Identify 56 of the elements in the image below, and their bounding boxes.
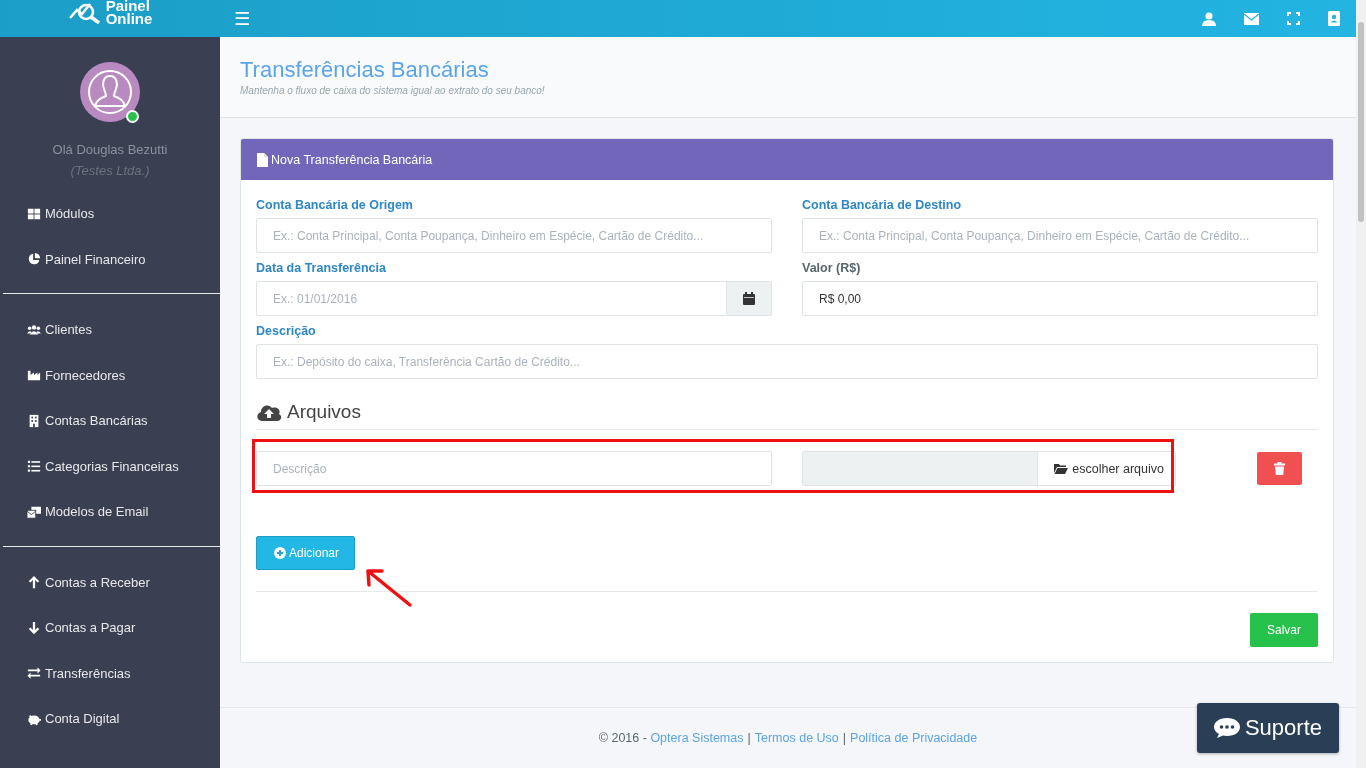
plus-circle-icon <box>274 547 286 559</box>
field-label: Conta Bancária de Origem <box>256 198 414 212</box>
chat-icon <box>1213 717 1240 739</box>
sidebar-item[interactable]: Categorias Financeiras <box>0 443 220 489</box>
envelopes-icon <box>26 504 42 519</box>
field-label: Data da Transferência <box>256 261 387 275</box>
card-title: Nova Transferência Bancária <box>271 152 433 167</box>
factory-icon <box>26 368 42 383</box>
grid-icon <box>26 206 42 221</box>
brand-name: Painel <box>105 0 150 12</box>
fullscreen-icon[interactable] <box>1287 12 1300 25</box>
sidebar-item[interactable]: Painel Financeiro <box>0 236 220 282</box>
folder-icon <box>1054 463 1069 474</box>
calendar-button[interactable] <box>727 281 772 316</box>
sidebar-item[interactable]: Contas Bancárias <box>0 398 220 444</box>
sidebar-item[interactable]: Módulos <box>0 191 220 237</box>
trash-icon <box>1274 462 1285 475</box>
delete-button[interactable] <box>1257 452 1302 485</box>
page-title: Transferências Bancárias <box>240 57 490 83</box>
sidebar-item[interactable]: Conta Digital <box>0 696 220 742</box>
avatar-icon <box>80 62 140 122</box>
input-field[interactable]: Ex.: Depósito do caixa, Transferência Cartão de Crédito... <box>256 344 1318 379</box>
document-icon <box>257 152 268 167</box>
support-button[interactable]: Suporte <box>1196 703 1339 753</box>
calendar-icon <box>743 292 755 305</box>
input-field[interactable]: Ex.: Conta Principal, Conta Poupança, Dinheiro em Espécie, Cartão de Crédito... <box>802 218 1318 253</box>
field-label: Conta Bancária de Destino <box>802 198 963 212</box>
exchange-icon <box>26 666 42 681</box>
pie-chart-icon <box>26 252 42 267</box>
contact-book-icon[interactable] <box>1328 11 1340 26</box>
sidebar-item[interactable]: Contas a Pagar <box>0 605 220 651</box>
choose-file-button[interactable]: escolher arquivo <box>1037 452 1175 485</box>
list-icon <box>26 459 42 474</box>
sidebar-item[interactable]: Clientes <box>0 307 220 353</box>
section-title: Arquivos <box>287 401 361 423</box>
sidebar-item[interactable]: Contas a Receber <box>0 559 220 605</box>
envelope-icon[interactable] <box>1244 12 1259 25</box>
input-field[interactable]: Descrição <box>256 451 772 486</box>
field-label: Valor (R$) <box>802 261 862 275</box>
sidebar-item[interactable]: Modelos de Email <box>0 489 220 535</box>
cloud-upload-icon <box>256 403 282 421</box>
date-field[interactable]: Ex.: 01/01/2016 <box>256 281 727 316</box>
input-field[interactable]: R$ 0,00 <box>802 281 1318 316</box>
input-field[interactable]: Ex.: Conta Principal, Conta Poupança, Dinheiro em Espécie, Cartão de Crédito... <box>256 218 772 253</box>
users-icon <box>26 322 42 337</box>
file-field[interactable]: escolher arquivo <box>802 451 1176 486</box>
sidebar-item[interactable]: Fornecedores <box>0 352 220 398</box>
field-label: Descrição <box>256 324 317 338</box>
footer-text: © 2016 - Optera Sistemas | Termos de Uso | Política de Privacidade <box>598 731 978 745</box>
user-icon[interactable] <box>1202 11 1216 26</box>
arrow-down-icon <box>26 620 42 635</box>
sidebar-item[interactable]: Transferências <box>0 650 220 696</box>
arrow-up-icon <box>26 575 42 590</box>
page-subtitle: Mantenha o fluxo de caixa do sistema igual ao extrato do seu banco! <box>240 85 546 96</box>
user-name: Olá Douglas Bezutti <box>51 142 169 157</box>
brand-name: Online <box>105 11 153 25</box>
